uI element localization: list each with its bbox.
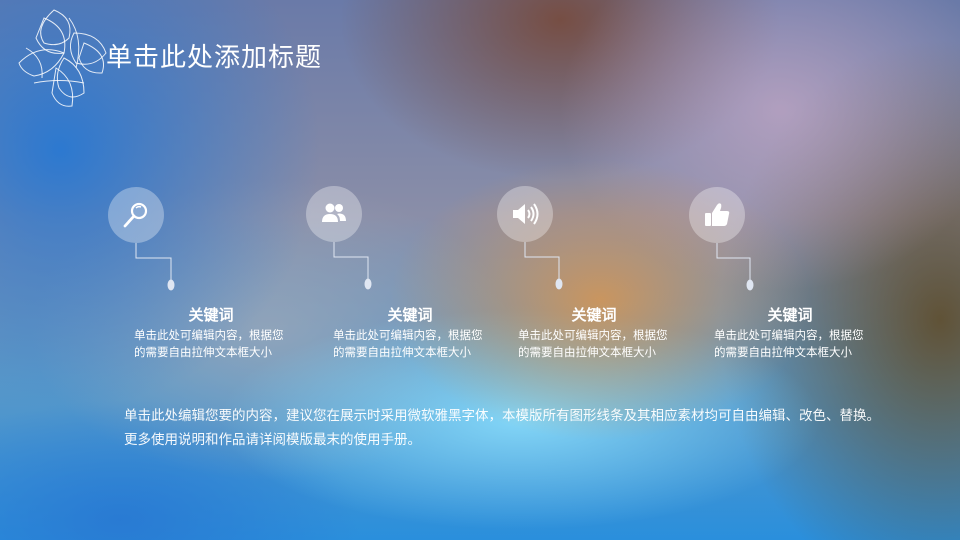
feature-title[interactable]: 关键词: [121, 305, 301, 325]
speaker-icon: [513, 203, 539, 225]
thumbs-up-icon-circle[interactable]: [689, 187, 745, 243]
feature-description-line: 的需要自由拉伸文本框大小: [134, 345, 272, 359]
feature-description[interactable]: 单击此处可编辑内容，根据您 的需要自由拉伸文本框大小: [134, 327, 304, 361]
connector-line: [716, 243, 754, 291]
magnifier-icon: [123, 202, 148, 228]
feature-description-line: 单击此处可编辑内容，根据您: [134, 328, 284, 342]
body-text[interactable]: 单击此处编辑您要的内容，建议您在展示时采用微软雅黑字体，本模版所有图形线条及其相…: [124, 404, 884, 452]
thumbs-up-icon: [705, 203, 730, 226]
feature-description-line: 单击此处可编辑内容，根据您: [714, 328, 864, 342]
feature-description-line: 单击此处可编辑内容，根据您: [333, 328, 483, 342]
feature-description[interactable]: 单击此处可编辑内容，根据您 的需要自由拉伸文本框大小: [714, 327, 884, 361]
users-icon: [322, 203, 346, 222]
slide-title[interactable]: 单击此处添加标题: [106, 40, 322, 76]
feature-title[interactable]: 关键词: [504, 305, 684, 325]
connector-line: [333, 242, 372, 290]
connector-line: [135, 243, 175, 291]
feature-description-line: 的需要自由拉伸文本框大小: [518, 345, 656, 359]
speaker-icon-circle[interactable]: [497, 186, 553, 242]
feature-description[interactable]: 单击此处可编辑内容，根据您 的需要自由拉伸文本框大小: [518, 327, 688, 361]
magnifier-icon-circle[interactable]: [108, 187, 164, 243]
feature-description-line: 单击此处可编辑内容，根据您: [518, 328, 668, 342]
feature-title[interactable]: 关键词: [320, 305, 500, 325]
users-icon-circle[interactable]: [306, 186, 362, 242]
feature-title[interactable]: 关键词: [700, 305, 880, 325]
feature-description-line: 的需要自由拉伸文本框大小: [714, 345, 852, 359]
feature-description-line: 的需要自由拉伸文本框大小: [333, 345, 471, 359]
feature-description[interactable]: 单击此处可编辑内容，根据您 的需要自由拉伸文本框大小: [333, 327, 503, 361]
connector-line: [524, 242, 563, 290]
logo-decoration: [18, 9, 107, 107]
